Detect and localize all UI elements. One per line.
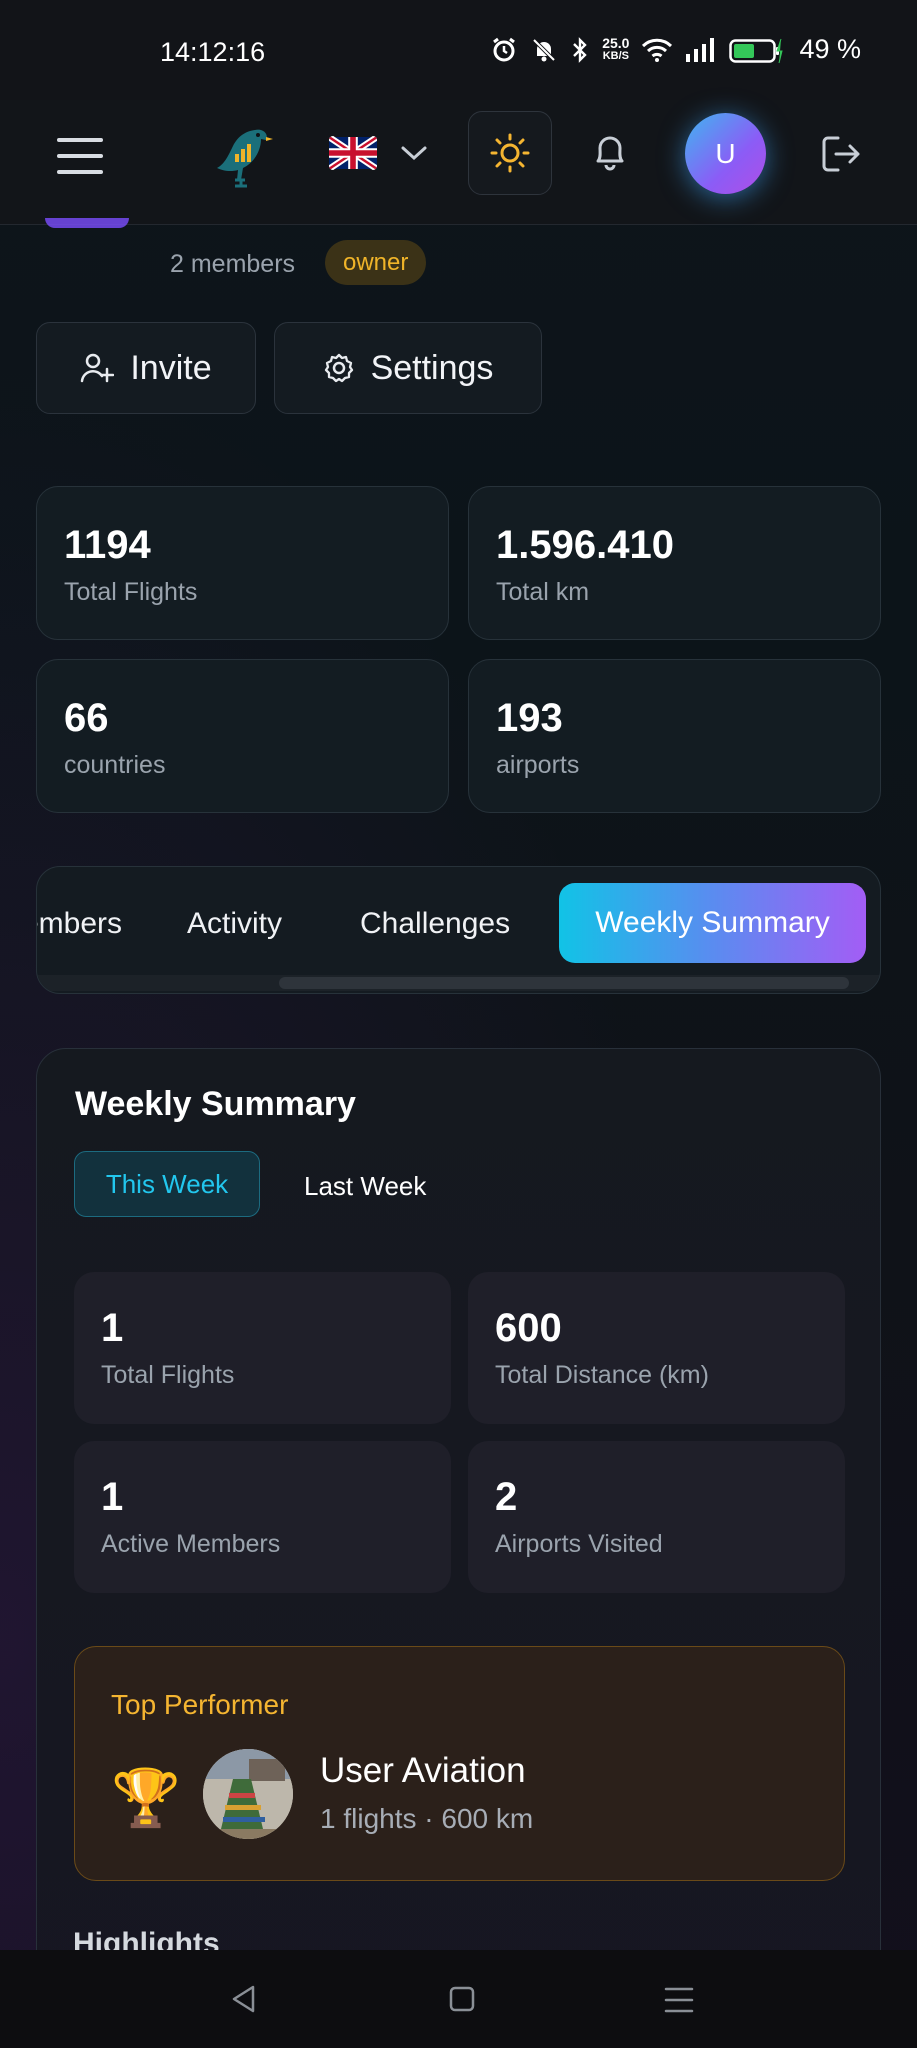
system-nav-bar (0, 1950, 917, 2048)
tabs-scrollbar-thumb[interactable] (279, 977, 849, 989)
signal-icon (686, 37, 715, 62)
net-speed-unit: KB/S (602, 49, 629, 62)
stat-card-total-km: 1.596.410 Total km (468, 486, 881, 640)
status-icons: 25.0 KB/S 49 % (490, 34, 861, 65)
settings-label: Settings (370, 348, 494, 387)
members-count: 2 members (170, 250, 296, 278)
performer-avatar[interactable] (203, 1749, 293, 1839)
weekly-stat-value: 1 (101, 1475, 124, 1519)
bluetooth-icon (573, 36, 587, 63)
weekly-stat-airports-visited: 2 Airports Visited (468, 1441, 845, 1593)
top-performer-title: Top Performer (111, 1689, 289, 1720)
stat-value: 1194 (64, 523, 151, 567)
stat-card-airports: 193 airports (468, 659, 881, 813)
battery-icon (729, 38, 784, 63)
app-header: U (0, 100, 917, 225)
weekly-stat-value: 1 (101, 1306, 124, 1350)
tab-members[interactable]: Members (37, 907, 122, 941)
weekly-stat-value: 2 (495, 1475, 518, 1519)
wifi-icon (642, 38, 673, 62)
status-bar: 14:12:16 25.0 KB/S 49 % (0, 0, 917, 100)
stat-value: 66 (64, 696, 109, 740)
tab-bar: Members Activity Challenges Weekly Summa… (36, 866, 881, 994)
performer-photo-icon (203, 1749, 293, 1839)
last-week-button[interactable]: Last Week (304, 1171, 426, 1202)
tab-weekly-summary[interactable]: Weekly Summary (559, 883, 866, 963)
mute-bell-icon (532, 38, 556, 61)
recents-icon[interactable] (664, 1986, 694, 2014)
bell-icon[interactable] (592, 132, 628, 172)
weekly-stat-total-flights: 1 Total Flights (74, 1272, 451, 1424)
stat-label: airports (496, 751, 580, 779)
alarm-icon (493, 37, 516, 61)
sun-icon (490, 133, 530, 173)
hamburger-menu-icon[interactable] (57, 138, 103, 176)
tab-row: Members Activity Challenges Weekly Summa… (37, 883, 880, 963)
tab-activity[interactable]: Activity (187, 907, 282, 941)
net-speed-value: 25.0 (602, 34, 630, 51)
invite-button[interactable]: Invite (36, 322, 256, 414)
weekly-summary-title: Weekly Summary (75, 1085, 356, 1123)
stat-card-countries: 66 countries (36, 659, 449, 813)
role-badge: owner (325, 240, 427, 285)
back-icon[interactable] (229, 1984, 259, 2014)
app-screen: 14:12:16 25.0 KB/S 49 % U 2 members owne… (0, 0, 917, 2048)
net-speed: 25.0 KB/S (602, 34, 630, 63)
user-avatar[interactable]: U (685, 113, 766, 194)
weekly-stat-value: 600 (495, 1306, 562, 1350)
battery-percent: 49 % (799, 34, 861, 64)
weekly-stat-total-distance: 600 Total Distance (km) (468, 1272, 845, 1424)
stat-value: 1.596.410 (496, 523, 674, 567)
trophy-icon: 🏆 (111, 1766, 181, 1829)
bird-logo[interactable] (213, 124, 273, 190)
tab-challenges[interactable]: Challenges (360, 907, 510, 941)
performer-name: User Aviation (320, 1751, 526, 1790)
add-user-icon (81, 353, 115, 383)
gear-icon (324, 353, 353, 383)
stat-card-total-flights: 1194 Total Flights (36, 486, 449, 640)
performer-details: 1 flights · 600 km (320, 1803, 534, 1834)
stat-label: Total km (496, 578, 590, 606)
weekly-summary-card: Weekly Summary This Week Last Week 1 Tot… (36, 1048, 881, 2048)
weekly-stat-label: Airports Visited (495, 1530, 663, 1558)
this-week-button[interactable]: This Week (74, 1151, 260, 1217)
theme-toggle-button[interactable] (468, 111, 552, 195)
group-accent (45, 218, 129, 228)
weekly-stat-label: Total Flights (101, 1361, 235, 1389)
weekly-stat-label: Total Distance (km) (495, 1361, 709, 1389)
top-performer-card: Top Performer 🏆 User Aviation 1 flights … (74, 1646, 845, 1881)
chevron-down-icon[interactable] (400, 144, 428, 162)
stat-value: 193 (496, 696, 563, 740)
weekly-stat-active-members: 1 Active Members (74, 1441, 451, 1593)
home-icon[interactable] (449, 1986, 475, 2012)
status-time: 14:12:16 (160, 37, 266, 67)
logout-icon[interactable] (820, 134, 862, 174)
stat-label: countries (64, 751, 166, 779)
stat-label: Total Flights (64, 578, 198, 606)
weekly-stat-label: Active Members (101, 1530, 281, 1558)
uk-flag-icon[interactable] (329, 136, 377, 170)
invite-label: Invite (130, 348, 212, 387)
settings-button[interactable]: Settings (274, 322, 542, 414)
